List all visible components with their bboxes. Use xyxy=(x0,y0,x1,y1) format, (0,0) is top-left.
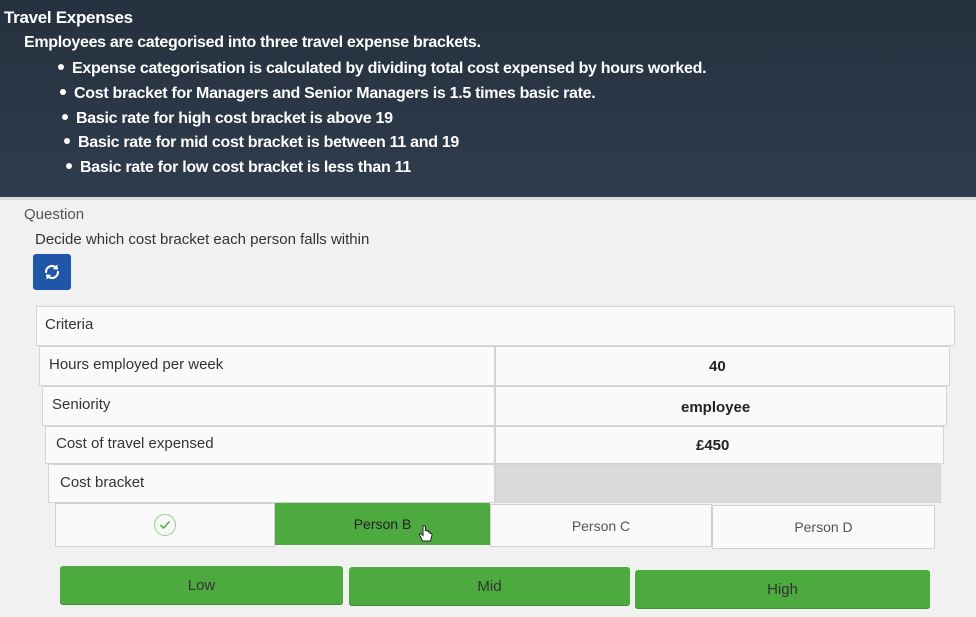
instruction-bullet: Expense categorisation is calculated by … xyxy=(58,60,707,78)
person-d-label: Person D xyxy=(794,519,853,535)
cost-bracket-drop-zone[interactable] xyxy=(495,464,941,503)
row-label-bracket: Cost bracket xyxy=(60,474,145,491)
criteria-header-row xyxy=(36,306,955,346)
refresh-icon xyxy=(44,264,60,280)
hand-pointer-icon xyxy=(419,525,433,542)
question-text: Decide which cost bracket each person fa… xyxy=(35,231,370,248)
check-icon xyxy=(154,514,176,536)
row-label-hours: Hours employed per week xyxy=(49,356,224,373)
tab-person-d[interactable]: Person D xyxy=(712,505,935,549)
high-bracket-button[interactable]: High xyxy=(635,570,930,608)
instruction-bullet: Basic rate for low cost bracket is less … xyxy=(66,159,411,177)
low-bracket-button[interactable]: Low xyxy=(60,566,343,604)
instruction-bullet: Basic rate for high cost bracket is abov… xyxy=(62,110,393,128)
tab-person-a[interactable] xyxy=(55,503,275,547)
tab-person-b[interactable]: Person B xyxy=(275,503,490,545)
person-c-label: Person C xyxy=(571,517,631,534)
row-value-seniority: employee xyxy=(681,399,751,416)
person-b-label: Person B xyxy=(353,516,412,532)
instruction-bullet: Basic rate for mid cost bracket is betwe… xyxy=(64,134,459,152)
question-label: Question xyxy=(24,206,85,223)
row-label-cost: Cost of travel expensed xyxy=(56,435,214,452)
criteria-header: Criteria xyxy=(45,316,94,333)
instruction-bullet: Cost bracket for Managers and Senior Man… xyxy=(60,85,596,103)
page-title: Travel Expenses xyxy=(4,8,133,27)
instructions-panel: Travel Expenses Employees are categorise… xyxy=(0,0,976,197)
mid-bracket-button[interactable]: Mid xyxy=(349,567,630,605)
row-label-seniority: Seniority xyxy=(52,396,111,413)
divider xyxy=(0,197,976,200)
row-value-cost: £450 xyxy=(696,437,730,454)
tab-person-c[interactable]: Person C xyxy=(490,504,712,547)
instructions-intro: Employees are categorised into three tra… xyxy=(24,34,481,51)
row-value-hours: 40 xyxy=(709,358,726,375)
reset-button[interactable] xyxy=(33,254,71,290)
